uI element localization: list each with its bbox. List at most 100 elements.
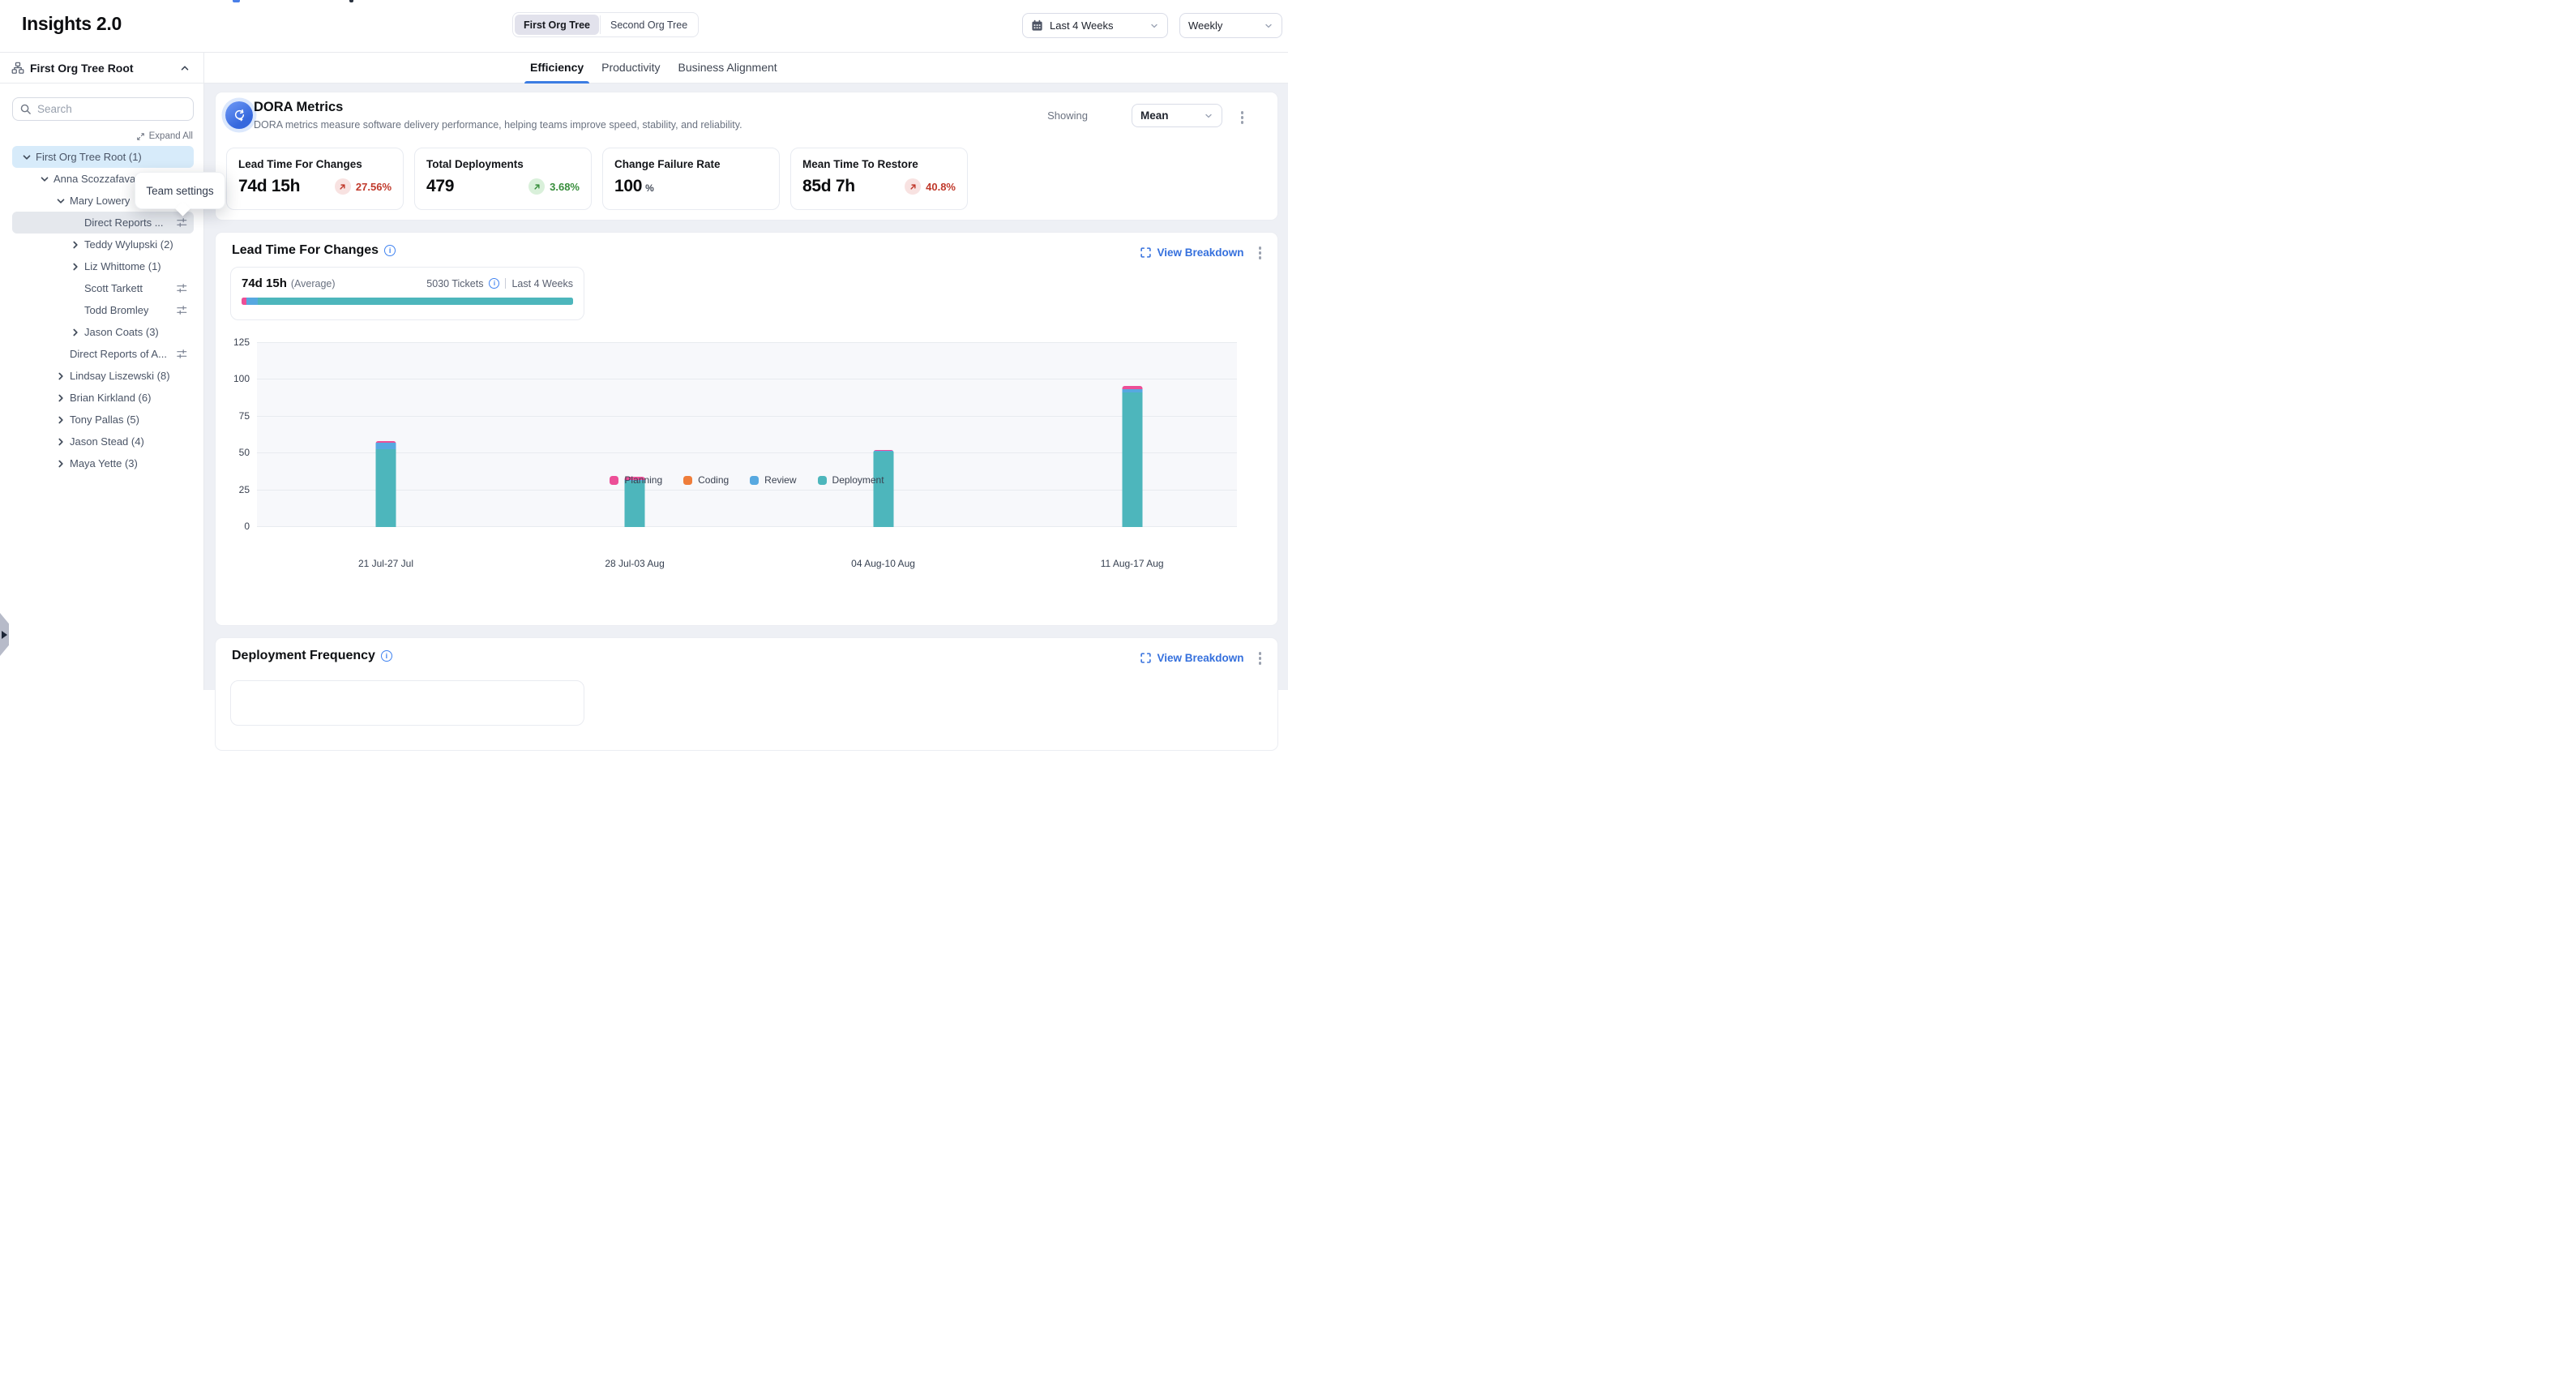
org-tree-icon	[11, 62, 24, 75]
trend-up-arrow-icon	[335, 178, 351, 195]
tree-item-teddy-wylupski-2[interactable]: Teddy Wylupski (2)	[12, 234, 194, 255]
granularity-value: Weekly	[1188, 19, 1257, 32]
chevron-right-icon[interactable]	[55, 436, 66, 448]
gridline	[257, 342, 1237, 343]
deployment-frequency-section: Deployment Frequency i View Breakdown	[215, 637, 1278, 751]
chevron-down-icon[interactable]	[55, 195, 66, 207]
chevron-up-icon	[179, 62, 190, 74]
showing-mean-value: Mean	[1140, 109, 1197, 122]
legend-item-deployment: Deployment	[818, 474, 884, 486]
tab-efficiency[interactable]: Efficiency	[530, 53, 584, 84]
chevron-down-icon	[1204, 111, 1213, 121]
tree-item-direct-reports[interactable]: Direct Reports ...	[12, 212, 194, 234]
app-title: Insights 2.0	[22, 13, 122, 35]
bar-segment-deployment	[375, 449, 396, 527]
calendar-icon	[1031, 19, 1043, 32]
delta-value: 27.56%	[356, 181, 392, 193]
chevron-right-icon[interactable]	[55, 371, 66, 382]
period-label: Last 4 Weeks	[511, 278, 573, 289]
chevron-right-icon[interactable]	[55, 414, 66, 426]
deployment-menu-kebab-icon[interactable]	[1256, 649, 1265, 668]
date-range-value: Last 4 Weeks	[1050, 19, 1143, 32]
legend-label: Coding	[698, 474, 729, 486]
divider	[505, 278, 506, 289]
toggle-second-org-tree[interactable]: Second Org Tree	[601, 15, 696, 35]
tab-productivity[interactable]: Productivity	[601, 53, 660, 84]
tree-item-label: Todd Bromley	[84, 304, 148, 316]
dora-cycle-icon	[225, 101, 253, 129]
lead-time-section: Lead Time For Changes i View Breakdown 7…	[215, 232, 1278, 626]
metric-title: Mean Time To Restore	[802, 158, 956, 170]
legend-item-coding: Coding	[683, 474, 729, 486]
tree-item-label: Scott Tarkett	[84, 282, 143, 294]
chevron-right-icon[interactable]	[55, 392, 66, 404]
view-breakdown-button[interactable]: View Breakdown	[1140, 652, 1243, 664]
lead-time-title: Lead Time For Changes	[232, 243, 379, 258]
tab-business-alignment[interactable]: Business Alignment	[678, 53, 777, 84]
legend-swatch	[750, 476, 759, 485]
team-settings-icon[interactable]	[176, 282, 188, 294]
chevron-right-icon[interactable]	[70, 239, 81, 251]
chevron-right-icon[interactable]	[70, 261, 81, 272]
tree-item-tony-pallas-5[interactable]: Tony Pallas (5)	[12, 409, 194, 431]
chevron-down-icon	[1264, 21, 1273, 31]
toggle-first-org-tree[interactable]: First Org Tree	[515, 15, 599, 35]
tree-item-maya-yette-3[interactable]: Maya Yette (3)	[12, 452, 194, 474]
clipped-top-artifact	[349, 0, 353, 2]
tree-item-direct-reports-of-a[interactable]: Direct Reports of A...	[12, 343, 194, 365]
search-input[interactable]	[12, 97, 194, 121]
chevron-down-icon[interactable]	[39, 174, 50, 185]
legend-swatch	[818, 476, 827, 485]
trend-badge: 40.8%	[905, 178, 956, 195]
y-tick-label: 125	[216, 336, 250, 348]
metric-title: Change Failure Rate	[614, 158, 768, 170]
trend-badge: 27.56%	[335, 178, 392, 195]
tree-item-label: Maya Yette (3)	[70, 457, 138, 469]
tree-item-label: Brian Kirkland (6)	[70, 392, 151, 404]
delta-value: 3.68%	[550, 181, 580, 193]
progress-segment-review	[246, 298, 258, 305]
clipped-top-artifact	[233, 0, 240, 2]
view-breakdown-button[interactable]: View Breakdown	[1140, 246, 1243, 259]
chevron-down-icon[interactable]	[21, 152, 32, 163]
chevron-down-icon	[1149, 21, 1159, 31]
tree-item-label: Direct Reports ...	[84, 216, 164, 229]
collapse-sidebar-button[interactable]	[178, 61, 192, 75]
tree-item-jason-coats-3[interactable]: Jason Coats (3)	[12, 321, 194, 343]
tree-item-scott-tarkett[interactable]: Scott Tarkett	[12, 277, 194, 299]
showing-mean-select[interactable]: Mean	[1132, 104, 1222, 127]
main-content: Efficiency Productivity Business Alignment…	[204, 53, 1288, 690]
team-settings-icon[interactable]	[176, 304, 188, 316]
info-icon[interactable]: i	[381, 650, 392, 662]
team-settings-icon[interactable]	[176, 348, 188, 360]
x-axis-label: 21 Jul-27 Jul	[358, 558, 413, 569]
progress-segment-deployment	[258, 298, 573, 305]
granularity-select[interactable]: Weekly	[1179, 13, 1282, 38]
tree-item-liz-whittome-1[interactable]: Liz Whittome (1)	[12, 255, 194, 277]
chevron-right-icon[interactable]	[70, 327, 81, 338]
metric-card-total-deployments: Total Deployments4793.68%	[414, 148, 592, 210]
team-settings-icon[interactable]	[176, 216, 188, 229]
tickets-count: 5030 Tickets	[426, 278, 483, 289]
info-icon[interactable]: i	[384, 245, 396, 256]
tree-item-brian-kirkland-6[interactable]: Brian Kirkland (6)	[12, 387, 194, 409]
metric-card-change-failure-rate: Change Failure Rate100%	[602, 148, 780, 210]
tree-item-lindsay-liszewski-8[interactable]: Lindsay Liszewski (8)	[12, 365, 194, 387]
date-range-select[interactable]: Last 4 Weeks	[1022, 13, 1168, 38]
metric-card-lead-time-for-changes: Lead Time For Changes74d 15h27.56%	[226, 148, 404, 210]
metric-value: 479	[426, 177, 454, 196]
chevron-right-icon[interactable]	[55, 458, 66, 469]
info-icon[interactable]: i	[489, 278, 499, 289]
tree-item-jason-stead-4[interactable]: Jason Stead (4)	[12, 431, 194, 452]
y-tick-label: 25	[216, 484, 250, 495]
metric-value-suffix: %	[645, 182, 654, 194]
lead-time-menu-kebab-icon[interactable]	[1256, 243, 1265, 263]
lead-time-summary-card: 74d 15h (Average) 5030 Tickets i Last 4 …	[230, 267, 584, 320]
team-settings-tooltip: Team settings	[135, 172, 225, 209]
metric-value: 85d 7h	[802, 177, 855, 196]
phase-progress-bar	[242, 298, 573, 305]
expand-all-button[interactable]: Expand All	[12, 131, 193, 141]
tree-item-first-org-tree-root-1[interactable]: First Org Tree Root (1)	[12, 146, 194, 168]
dora-menu-kebab-icon[interactable]	[1238, 108, 1247, 127]
tree-item-todd-bromley[interactable]: Todd Bromley	[12, 299, 194, 321]
